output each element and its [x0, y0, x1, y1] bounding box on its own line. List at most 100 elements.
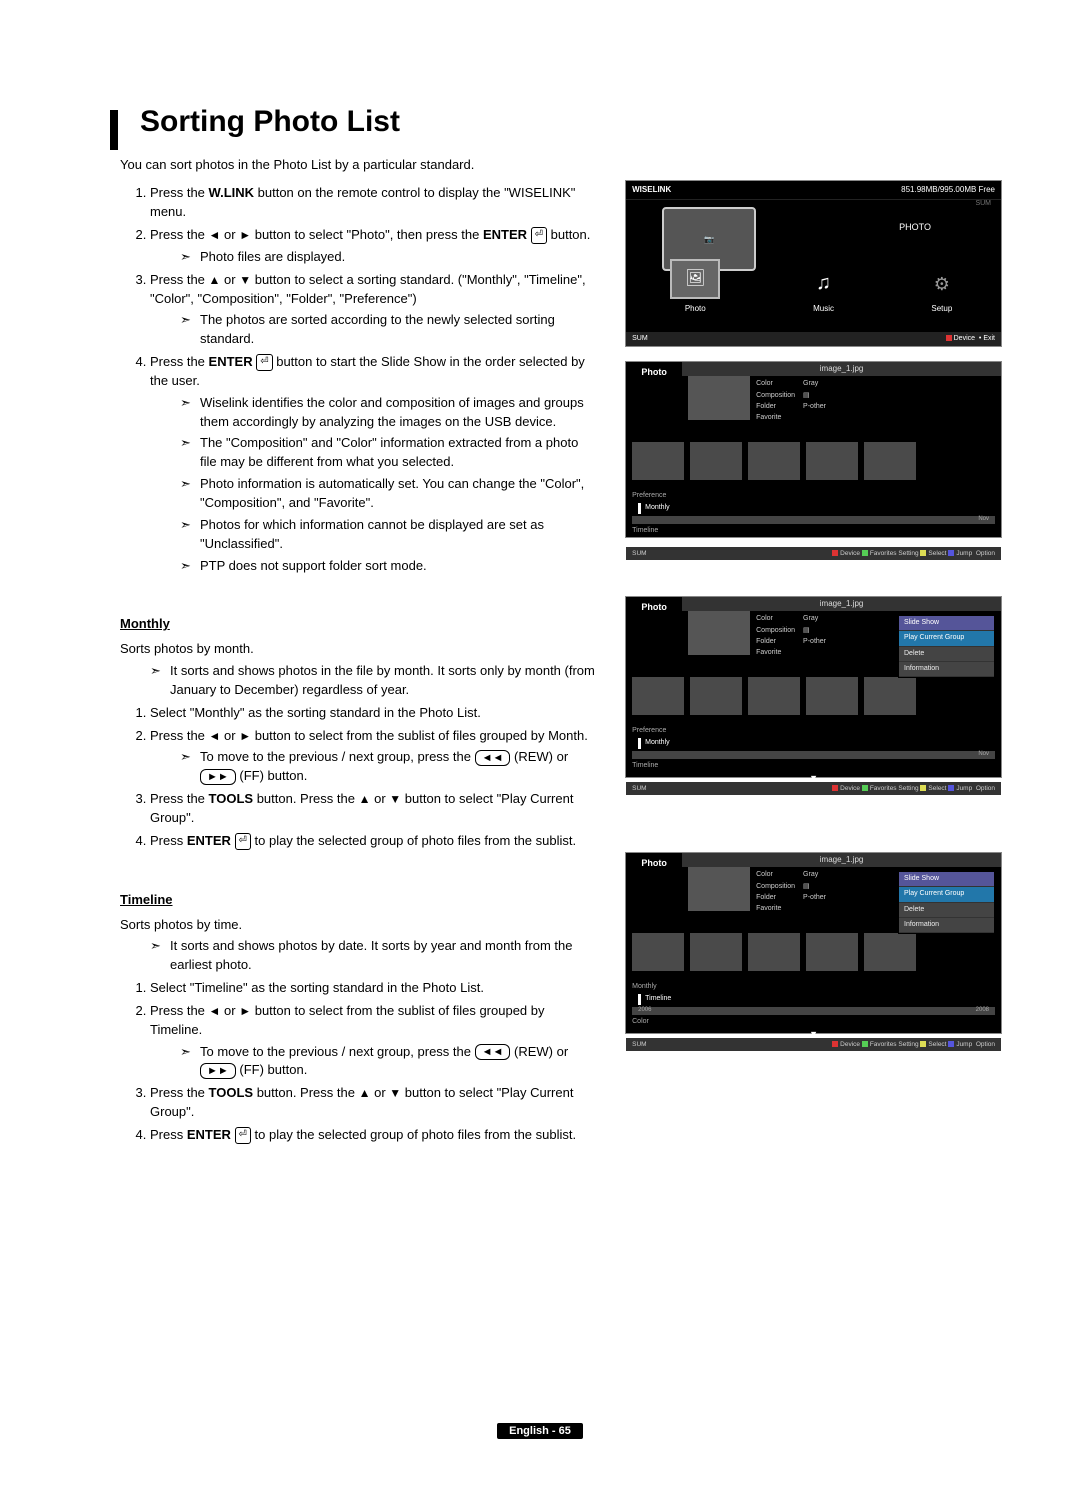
thumb[interactable]: [632, 677, 684, 715]
gear-icon: ⚙: [927, 269, 957, 299]
timeline-sub: Sorts photos by time.: [120, 916, 597, 935]
timeline-note: It sorts and shows photos by date. It so…: [150, 937, 597, 975]
timeline-step4: Press ENTER ⏎ to play the selected group…: [150, 1126, 597, 1145]
thumb[interactable]: [632, 442, 684, 480]
popup-delete[interactable]: Delete: [899, 903, 994, 918]
hint-fav: Favorites Setting: [870, 550, 919, 557]
thumb[interactable]: [748, 442, 800, 480]
hint-device: Device: [840, 550, 860, 557]
rew-icon: ◄◄: [475, 750, 511, 766]
thumb[interactable]: [690, 677, 742, 715]
thumb[interactable]: [690, 933, 742, 971]
popup-slideshow[interactable]: Slide Show: [899, 616, 994, 631]
ff-icon: ►►: [200, 769, 236, 785]
photo-big-label: PHOTO: [899, 221, 931, 234]
note-unclassified: Photos for which information cannot be d…: [180, 516, 597, 554]
hint-fav: Favorites Setting: [870, 785, 919, 792]
timeline-step3: Press the TOOLS button. Press the ▲ or ▼…: [150, 1084, 597, 1122]
file-name: image_1.jpg: [682, 853, 1001, 867]
sum-footer: SUM: [632, 1040, 646, 1049]
timeline-heading: Timeline: [120, 891, 597, 910]
thumb[interactable]: [864, 442, 916, 480]
tools-popup: Slide Show Play Current Group Delete Inf…: [898, 871, 995, 934]
up-arrow-icon: ▲: [209, 273, 221, 287]
left-arrow-icon: ◄: [209, 729, 221, 743]
sort-timeline[interactable]: Timeline: [632, 761, 658, 771]
hint-select: Select: [928, 550, 946, 557]
step-1: Press the W.LINK button on the remote co…: [150, 184, 597, 222]
exit-hint: Exit: [983, 335, 995, 342]
scroll-down-icon[interactable]: ▼: [626, 539, 1001, 547]
sort-track[interactable]: Nov: [632, 516, 995, 524]
hint-select: Select: [928, 1041, 946, 1048]
thumb[interactable]: [806, 933, 858, 971]
scroll-down-icon[interactable]: ▼: [626, 1030, 1001, 1038]
sort-timeline[interactable]: Timeline: [638, 994, 671, 1004]
note-ptp: PTP does not support folder sort mode.: [180, 557, 597, 576]
hint-jump: Jump: [956, 550, 972, 557]
sort-track[interactable]: Nov: [632, 751, 995, 759]
hint-select: Select: [928, 785, 946, 792]
scroll-down-icon[interactable]: ▼: [626, 774, 1001, 782]
step3-note: The photos are sorted according to the n…: [180, 311, 597, 349]
monthly-heading: Monthly: [120, 615, 597, 634]
hint-option: Option: [976, 550, 995, 557]
storage-free: 851.98MB/995.00MB Free: [901, 184, 995, 196]
sum-footer: SUM: [632, 549, 646, 558]
photo-menu-item[interactable]: 🖼Photo: [670, 259, 720, 315]
popup-slideshow[interactable]: Slide Show: [899, 872, 994, 887]
year-2006: 2006: [638, 1006, 651, 1015]
popup-info[interactable]: Information: [899, 918, 994, 933]
sort-monthly[interactable]: Monthly: [638, 503, 670, 513]
file-name: image_1.jpg: [682, 362, 1001, 376]
sum-footer: SUM: [632, 334, 648, 344]
popup-playgroup[interactable]: Play Current Group: [899, 631, 994, 646]
thumb[interactable]: [690, 442, 742, 480]
hint-option: Option: [976, 785, 995, 792]
setup-label: Setup: [931, 303, 952, 315]
sort-track[interactable]: 2006 2008: [632, 1007, 995, 1015]
popup-info[interactable]: Information: [899, 662, 994, 677]
monthly-step4: Press ENTER ⏎ to play the selected group…: [150, 832, 597, 851]
wiselink-title: WISELINK: [632, 184, 671, 196]
sort-monthly[interactable]: Monthly: [638, 738, 670, 748]
nov-marker: Nov: [978, 750, 989, 759]
music-menu-item[interactable]: ♫Music: [809, 269, 839, 315]
sort-pref[interactable]: Preference: [632, 726, 666, 736]
thumb[interactable]: [748, 677, 800, 715]
step-2: Press the ◄ or ► button to select "Photo…: [150, 226, 597, 267]
photo-thumb-icon: 🖼: [670, 259, 720, 299]
timeline-step2-note: To move to the previous / next group, pr…: [180, 1043, 597, 1081]
popup-playgroup[interactable]: Play Current Group: [899, 887, 994, 902]
sort-timeline[interactable]: Timeline: [632, 526, 658, 536]
popup-delete[interactable]: Delete: [899, 647, 994, 662]
thumb[interactable]: [632, 933, 684, 971]
screenshot-wiselink: WISELINK 851.98MB/995.00MB Free SUM 📷 PH…: [625, 180, 1002, 347]
note-wiselink: Wiselink identifies the color and compos…: [180, 394, 597, 432]
hint-device: Device: [840, 785, 860, 792]
left-arrow-icon: ◄: [209, 1004, 221, 1018]
hint-option: Option: [976, 1041, 995, 1048]
right-arrow-icon: ►: [239, 228, 251, 242]
thumb[interactable]: [806, 677, 858, 715]
sort-pref[interactable]: Preference: [632, 491, 666, 501]
sort-color[interactable]: Color: [632, 1017, 649, 1027]
note-composition: The "Composition" and "Color" informatio…: [180, 434, 597, 472]
sort-monthly[interactable]: Monthly: [632, 982, 657, 992]
hint-jump: Jump: [956, 1041, 972, 1048]
screenshot-timeline-popup: image_1.jpg Photo MonthJan ColorGray Com…: [625, 852, 1002, 1034]
year-2008: 2008: [976, 1006, 989, 1015]
thumb[interactable]: [806, 442, 858, 480]
page-footer: English - 65: [0, 1424, 1080, 1440]
setup-menu-item[interactable]: ⚙ Setup: [927, 269, 957, 315]
hint-fav: Favorites Setting: [870, 1041, 919, 1048]
photo-side-label: Photo: [626, 853, 682, 927]
thumb[interactable]: [748, 933, 800, 971]
right-arrow-icon: ►: [239, 729, 251, 743]
thumb[interactable]: [864, 933, 916, 971]
step-3: Press the ▲ or ▼ button to select a sort…: [150, 271, 597, 349]
thumb[interactable]: [864, 677, 916, 715]
file-name: image_1.jpg: [682, 597, 1001, 611]
preview-thumb: [688, 859, 750, 911]
timeline-step1: Select "Timeline" as the sorting standar…: [150, 979, 597, 998]
